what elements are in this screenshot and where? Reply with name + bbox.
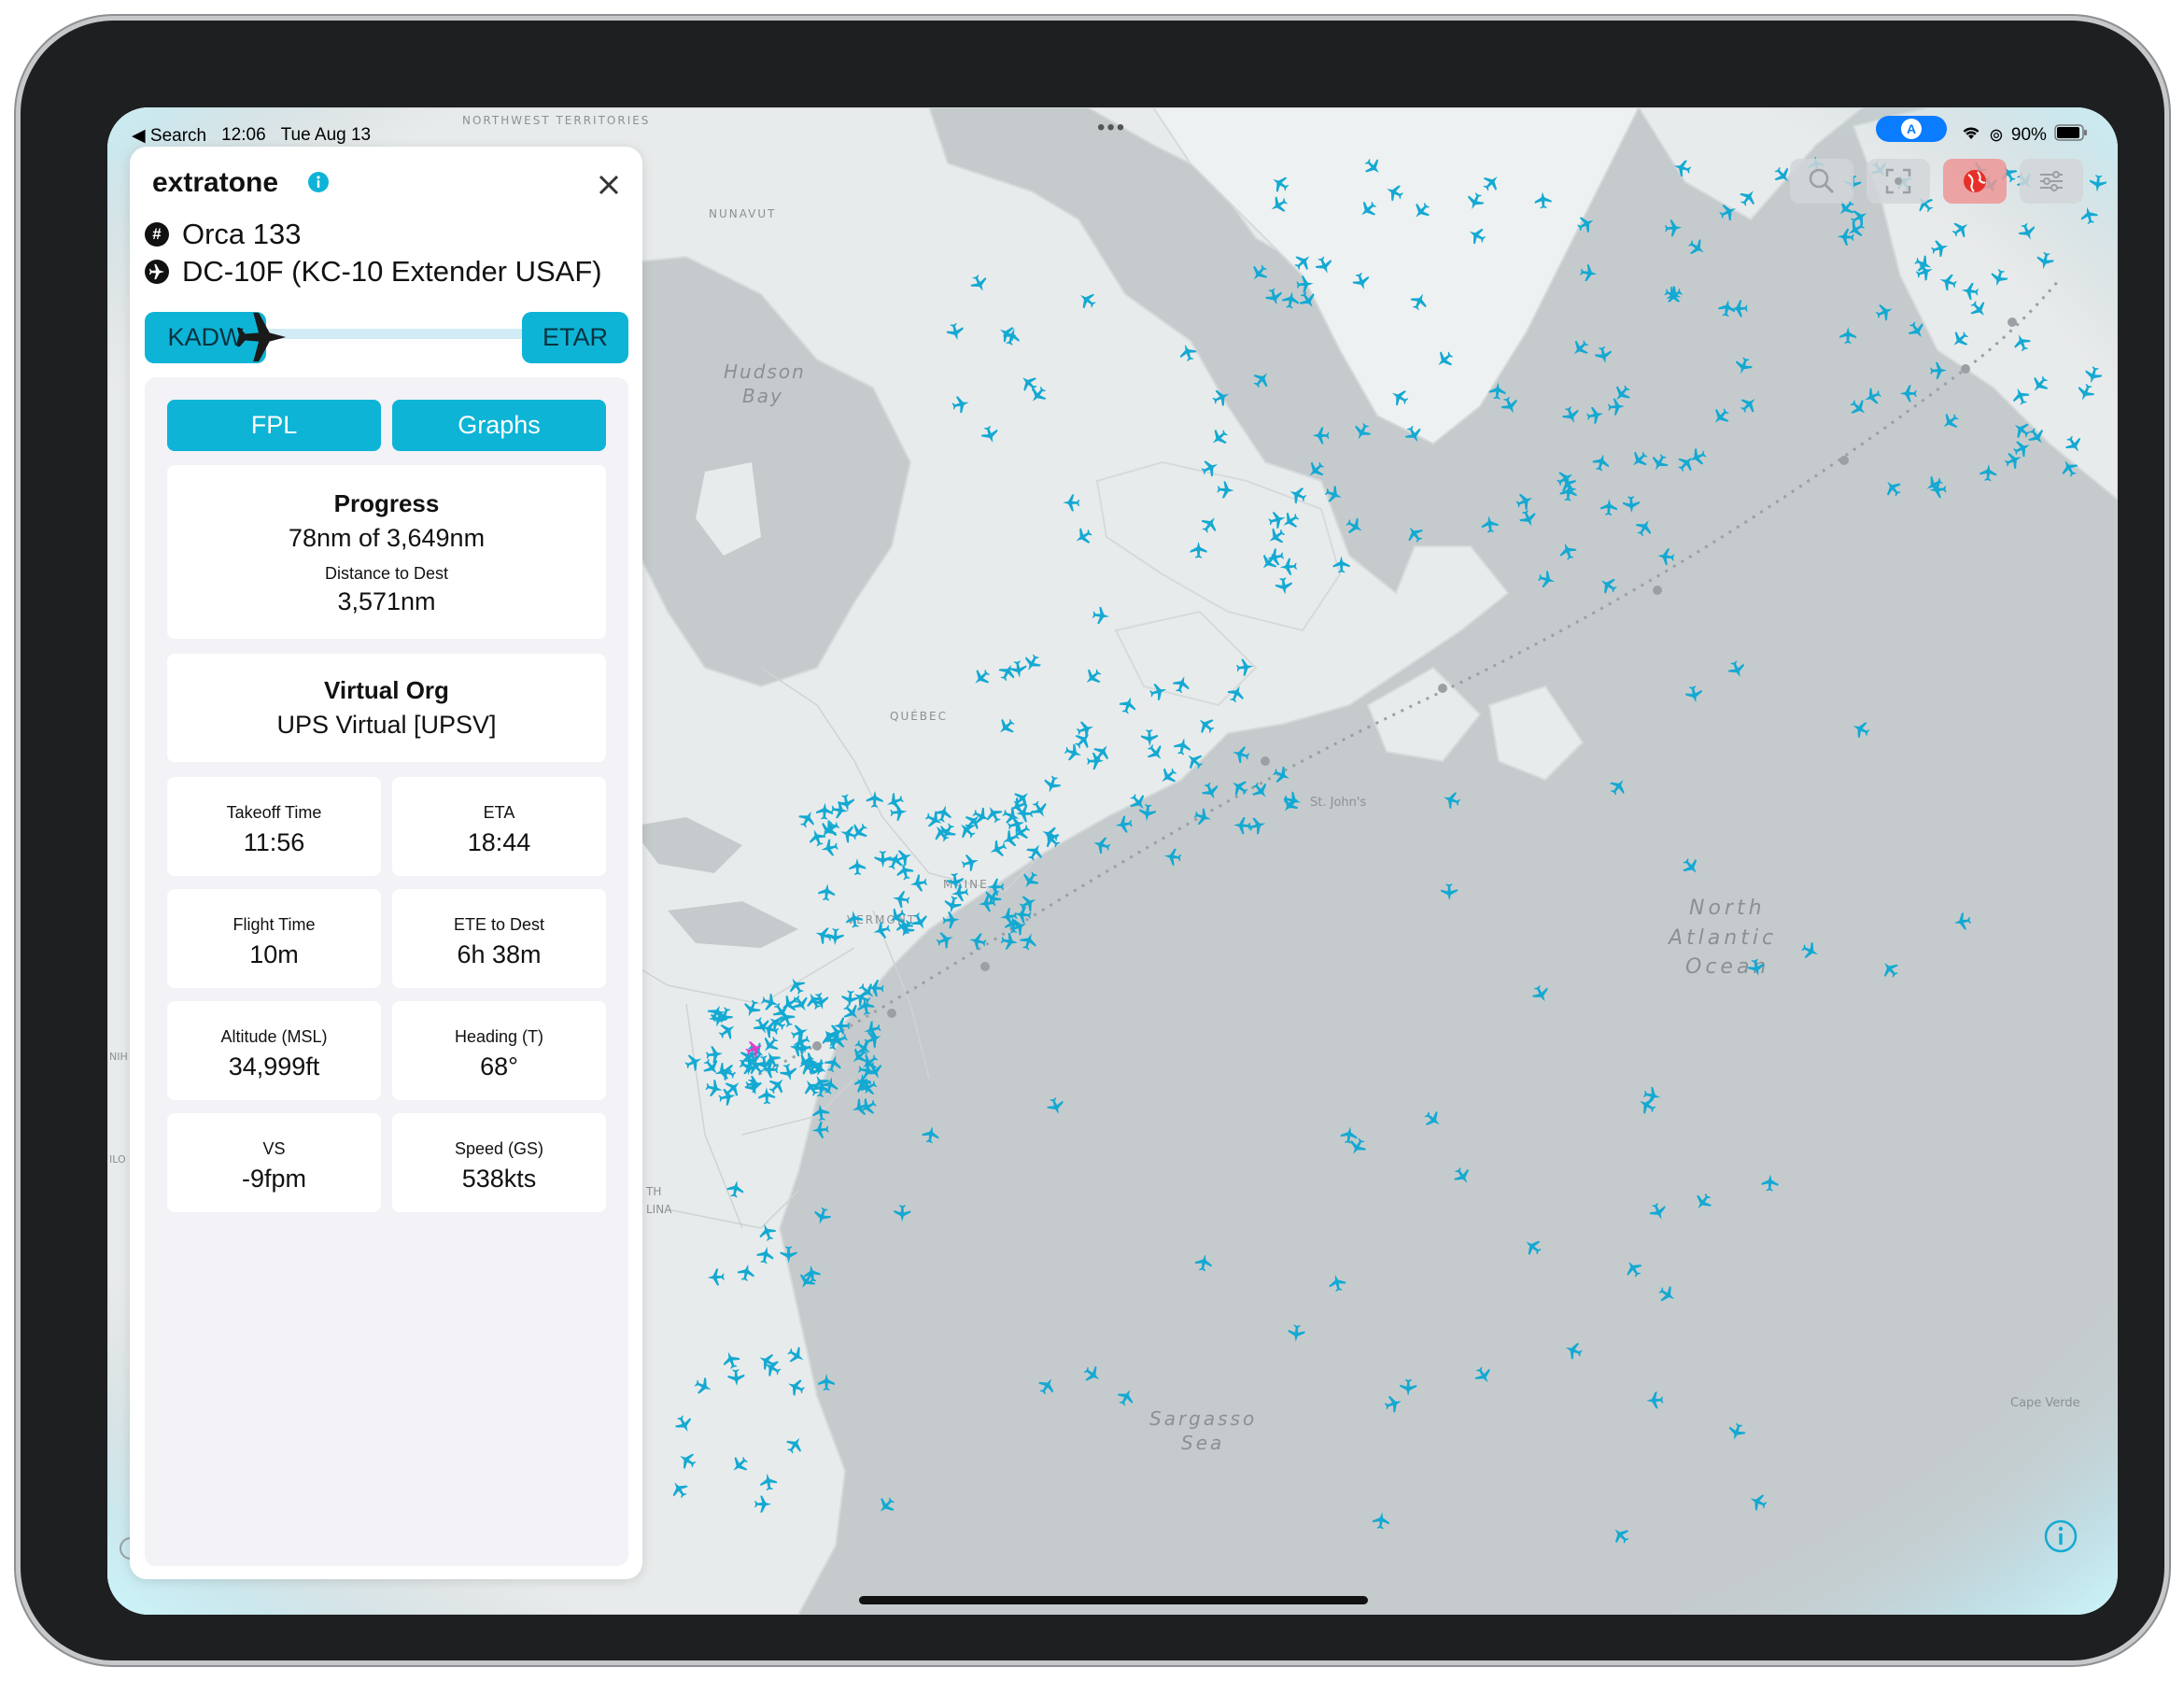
progress-aircraft-icon <box>232 308 290 371</box>
aircraft-type: DC-10F (KC-10 Extender USAF) <box>182 255 602 288</box>
stat-value: 538kts <box>461 1165 537 1193</box>
stat-heading: Heading (T) 68° <box>392 1001 606 1100</box>
callsign-row: # Orca 133 <box>145 218 302 251</box>
label-quebec: QUÉBEC <box>890 709 948 723</box>
stat-value: 68° <box>480 1052 518 1081</box>
hash-icon: # <box>145 222 169 247</box>
status-date: Tue Aug 13 <box>280 125 372 145</box>
stat-label: VS <box>262 1139 286 1158</box>
location-indicator: A <box>1876 116 1947 142</box>
wifi-icon <box>1961 124 1981 147</box>
pilot-username: extratone <box>152 167 279 198</box>
stat-label: Flight Time <box>232 915 316 934</box>
stat-label: Takeoff Time <box>226 803 322 822</box>
callsign: Orca 133 <box>182 218 302 250</box>
stat-value: 11:56 <box>243 828 305 856</box>
search-icon <box>1809 168 1835 194</box>
flight-info-panel: extratone # Orca 133 DC-10F (KC-10 Exten… <box>130 147 642 1579</box>
info-icon <box>308 172 329 192</box>
flight-details: FPL Graphs Progress 78nm of 3,649nm Dist… <box>145 377 628 1566</box>
map-info-button[interactable] <box>2042 1518 2079 1560</box>
label-nunavut: NUNAVUT <box>709 207 777 220</box>
virtual-org-title: Virtual Org <box>324 676 449 704</box>
home-indicator <box>859 1596 1368 1604</box>
label-edge: TH <box>645 1185 661 1198</box>
focus-button[interactable] <box>1867 159 1930 204</box>
sliders-icon <box>2040 171 2063 191</box>
stat-value: 34,999ft <box>228 1052 320 1081</box>
stat-label: Heading (T) <box>454 1027 544 1046</box>
stat-ground-speed: Speed (GS) 538kts <box>392 1113 606 1212</box>
label-maine: MAINE <box>943 878 989 891</box>
virtual-org-card: Virtual Org UPS Virtual [UPSV] <box>167 654 606 762</box>
stat-value: 6h 38m <box>457 940 542 968</box>
virtual-org-value: UPS Virtual [UPSV] <box>276 711 497 739</box>
stat-label: ETE to Dest <box>453 915 545 934</box>
tab-graphs[interactable]: Graphs <box>392 400 606 451</box>
info-icon <box>2044 1519 2078 1553</box>
label-st-johns: St. John's <box>1310 796 1366 810</box>
label-north-atlantic-2: Atlantic <box>1667 926 1777 950</box>
stat-value: -9fpm <box>241 1165 307 1193</box>
stat-label: Altitude (MSL) <box>220 1027 328 1046</box>
battery-icon <box>2054 124 2088 147</box>
location-icon: A <box>1901 119 1922 139</box>
progress-value: 78nm of 3,649nm <box>288 524 486 552</box>
label-edge: ILO <box>109 1153 126 1165</box>
status-bar-right: ⊚ 90% <box>1961 117 2088 154</box>
stat-label: Speed (GS) <box>454 1139 544 1158</box>
label-edge: LINA <box>646 1203 672 1216</box>
stat-altitude: Altitude (MSL) 34,999ft <box>167 1001 381 1100</box>
close-icon <box>599 175 619 195</box>
stat-label: ETA <box>483 803 515 822</box>
search-button[interactable] <box>1790 159 1853 204</box>
airplane-icon <box>145 260 169 284</box>
progress-card: Progress 78nm of 3,649nm Distance to Des… <box>167 465 606 639</box>
back-to-search[interactable]: ◀ Search <box>132 125 206 147</box>
label-north-atlantic: North <box>1689 897 1766 920</box>
tab-fpl[interactable]: FPL <box>167 400 381 451</box>
stat-vertical-speed: VS -9fpm <box>167 1113 381 1212</box>
focus-icon <box>1885 168 1911 194</box>
globe-icon <box>1964 170 1986 192</box>
aircraft-row: DC-10F (KC-10 Extender USAF) <box>145 255 602 289</box>
battery-percent: 90% <box>2010 125 2047 145</box>
status-time: 12:06 <box>221 125 266 145</box>
stat-value: 10m <box>249 940 299 968</box>
globe-button[interactable] <box>1943 159 2007 204</box>
distance-to-dest-value: 3,571nm <box>337 587 436 615</box>
destination-airport-button[interactable]: ETAR <box>522 312 628 363</box>
label-northwest-territories: NORTHWEST TERRITORIES <box>462 114 650 127</box>
stat-flight-time: Flight Time 10m <box>167 889 381 988</box>
label-sargasso-sea: Sargasso <box>1149 1407 1257 1430</box>
progress-title: Progress <box>333 489 440 517</box>
label-edge: NIH <box>109 1051 128 1063</box>
close-panel-button[interactable] <box>593 169 625 201</box>
user-info-button[interactable] <box>307 171 330 198</box>
ipad-frame: NORTHWEST TERRITORIES NUNAVUT Hudson Bay… <box>21 21 2164 1660</box>
label-sargasso-sea-2: Sea <box>1181 1432 1224 1454</box>
label-hudson-bay: Hudson <box>724 360 806 383</box>
orientation-lock-icon: ⊚ <box>1989 125 2004 146</box>
multitasking-dots[interactable]: ••• <box>1097 115 1126 141</box>
stat-value: 18:44 <box>467 828 531 856</box>
distance-to-dest-label: Distance to Dest <box>324 564 449 583</box>
filter-button[interactable] <box>2020 159 2083 204</box>
label-cape-verde: Cape Verde <box>2010 1396 2080 1410</box>
stat-ete-to-dest: ETE to Dest 6h 38m <box>392 889 606 988</box>
label-hudson-bay-2: Bay <box>742 385 783 407</box>
stat-takeoff-time: Takeoff Time 11:56 <box>167 777 381 876</box>
stat-eta: ETA 18:44 <box>392 777 606 876</box>
screen: NORTHWEST TERRITORIES NUNAVUT Hudson Bay… <box>107 107 2118 1615</box>
